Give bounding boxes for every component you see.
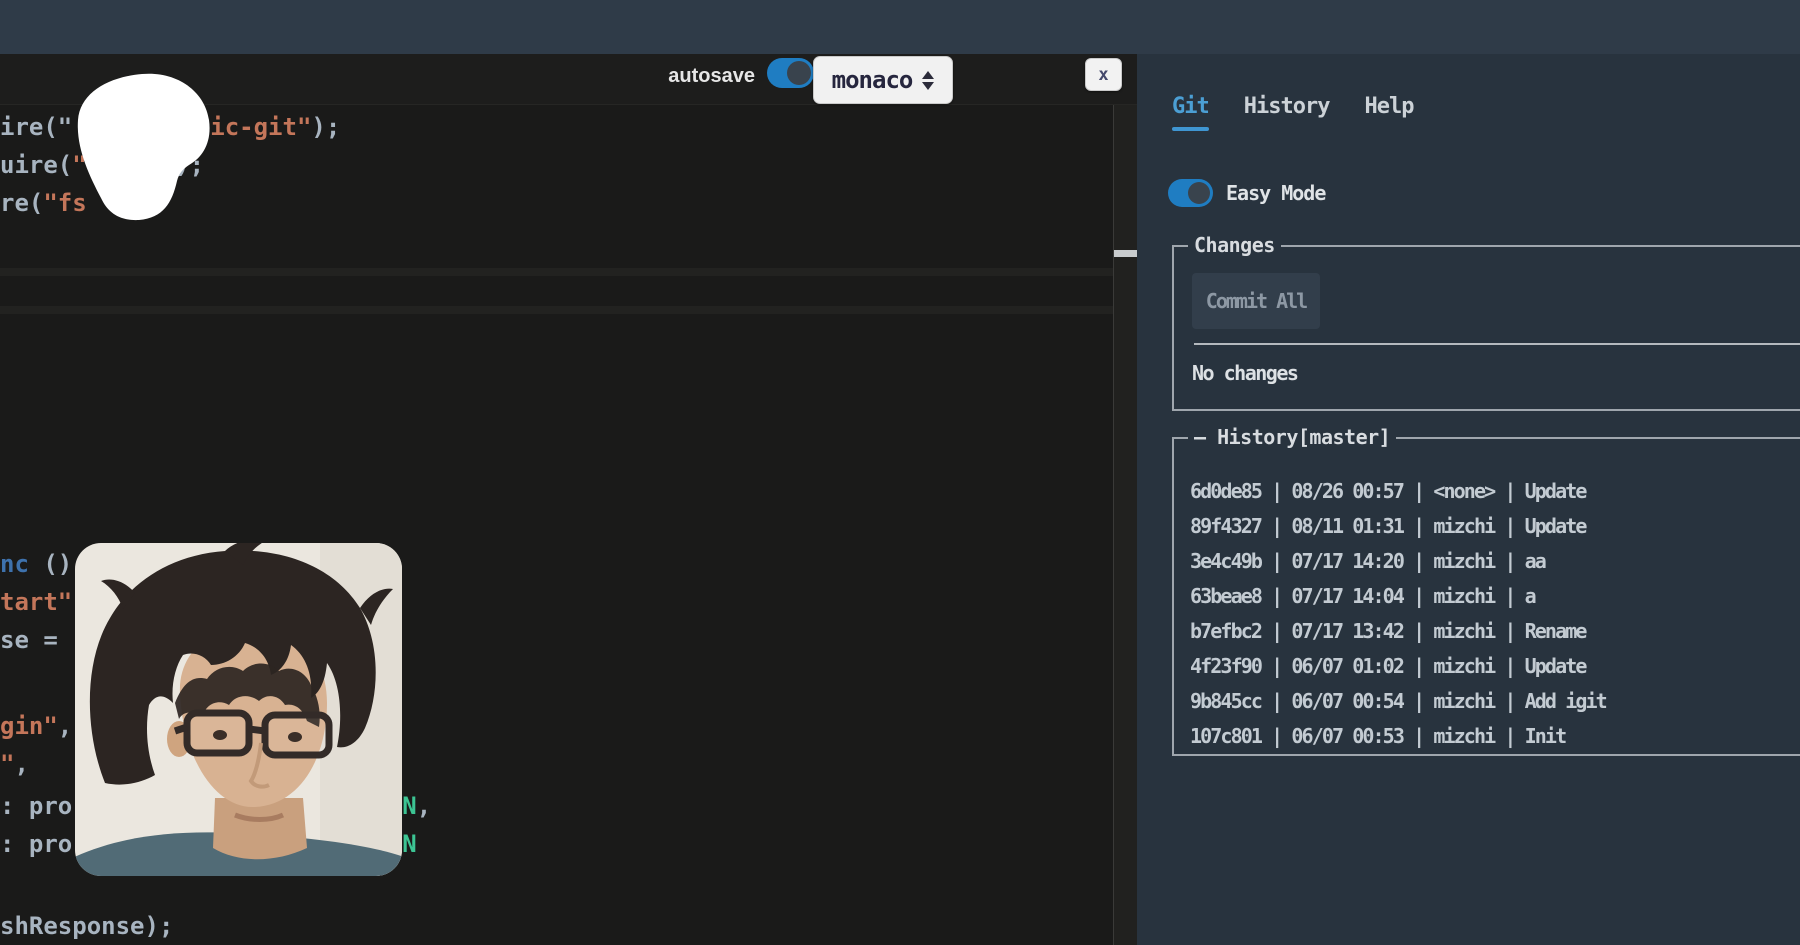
minimap-slider[interactable] <box>1114 250 1137 257</box>
blob-shape <box>72 72 217 222</box>
changes-section: Changes Commit All No changes <box>1172 245 1800 411</box>
code-token: ire(" <box>0 112 72 142</box>
code-token: () <box>29 549 72 579</box>
code-token: , <box>14 749 28 779</box>
commit-row[interactable]: 9b845cc | 06/07 00:54 | mizchi | Add igi… <box>1190 689 1800 724</box>
autosave-label: autosave <box>668 54 755 104</box>
changes-divider <box>1194 343 1800 345</box>
commit-row[interactable]: 4f23f90 | 06/07 01:02 | mizchi | Update <box>1190 654 1800 689</box>
code-token: se = <box>0 625 72 655</box>
commit-row[interactable]: 107c801 | 06/07 00:53 | mizchi | Init <box>1190 724 1800 759</box>
select-spinner-icon <box>922 71 934 90</box>
code-token: nc <box>0 549 29 579</box>
code-line: tart" <box>0 587 72 617</box>
active-tab-underline <box>1172 127 1209 131</box>
code-token: : pro <box>0 791 72 821</box>
autosave-toggle[interactable] <box>767 58 814 88</box>
code-line: se = <box>0 625 72 655</box>
tab-label: History <box>1244 94 1330 119</box>
code-token: re( <box>0 188 43 218</box>
code-token: gin" <box>0 711 58 741</box>
minimap-strip[interactable] <box>1113 105 1137 945</box>
editor-engine-select[interactable]: monaco <box>813 56 953 104</box>
white-blob-overlay <box>72 72 217 222</box>
code-line: nc () <box>0 549 72 579</box>
code-token: ic-git" <box>210 112 311 142</box>
git-panel: Git History Help Easy Mode Changes Commit … <box>1137 54 1800 945</box>
no-changes-text: No changes <box>1192 361 1297 385</box>
code-token: tart" <box>0 587 72 617</box>
code-token: uire( <box>0 150 72 180</box>
webcam-overlay <box>75 543 402 876</box>
tab-label: Git <box>1172 94 1209 119</box>
toggle-knob-icon <box>787 61 811 85</box>
tab-label: Help <box>1364 94 1413 119</box>
code-token: , <box>417 791 431 821</box>
commit-all-button[interactable]: Commit All <box>1192 273 1320 329</box>
code-line: gin", <box>0 711 72 741</box>
code-token: N <box>402 829 416 859</box>
tab-git[interactable]: Git <box>1172 94 1209 131</box>
commit-row[interactable]: 6d0de85 | 08/26 00:57 | <none> | Update <box>1190 479 1800 514</box>
window-titlebar <box>0 0 1800 54</box>
code-line: ", <box>0 749 29 779</box>
commit-row[interactable]: 89f4327 | 08/11 01:31 | mizchi | Update <box>1190 514 1800 549</box>
code-token: " <box>0 749 14 779</box>
code-token: , <box>58 711 72 741</box>
tab-help[interactable]: Help <box>1364 94 1413 131</box>
easy-mode-label: Easy Mode <box>1226 181 1325 205</box>
commit-row[interactable]: 3e4c49b | 07/17 14:20 | mizchi | aa <box>1190 549 1800 584</box>
history-section: — History[master] 6d0de85 | 08/26 00:57 … <box>1172 437 1800 756</box>
code-token: shResponse); <box>0 911 173 941</box>
easy-mode-row: Easy Mode <box>1168 179 1325 207</box>
commit-row[interactable]: 63beae8 | 07/17 14:04 | mizchi | a <box>1190 584 1800 619</box>
code-token: N <box>402 791 416 821</box>
tab-history[interactable]: History <box>1244 94 1330 131</box>
panel-tabs: Git History Help <box>1172 94 1413 131</box>
toggle-knob-icon <box>1188 182 1210 204</box>
commit-row[interactable]: b7efbc2 | 07/17 13:42 | mizchi | Rename <box>1190 619 1800 654</box>
commit-list: 6d0de85 | 08/26 00:57 | <none> | Update8… <box>1190 479 1800 759</box>
code-token: ); <box>311 112 340 142</box>
editor-engine-value: monaco <box>832 66 913 94</box>
webcam-portrait-image <box>75 543 402 876</box>
easy-mode-toggle[interactable] <box>1168 179 1213 207</box>
changes-legend: Changes <box>1188 233 1281 257</box>
code-line: shResponse); <box>0 911 173 941</box>
history-legend: — History[master] <box>1188 425 1396 449</box>
code-token: : pro <box>0 829 72 859</box>
close-button[interactable]: x <box>1085 58 1122 91</box>
code-editor[interactable]: ire("ic-git");uire("");re("fs;nc ()tart"… <box>0 54 1137 945</box>
